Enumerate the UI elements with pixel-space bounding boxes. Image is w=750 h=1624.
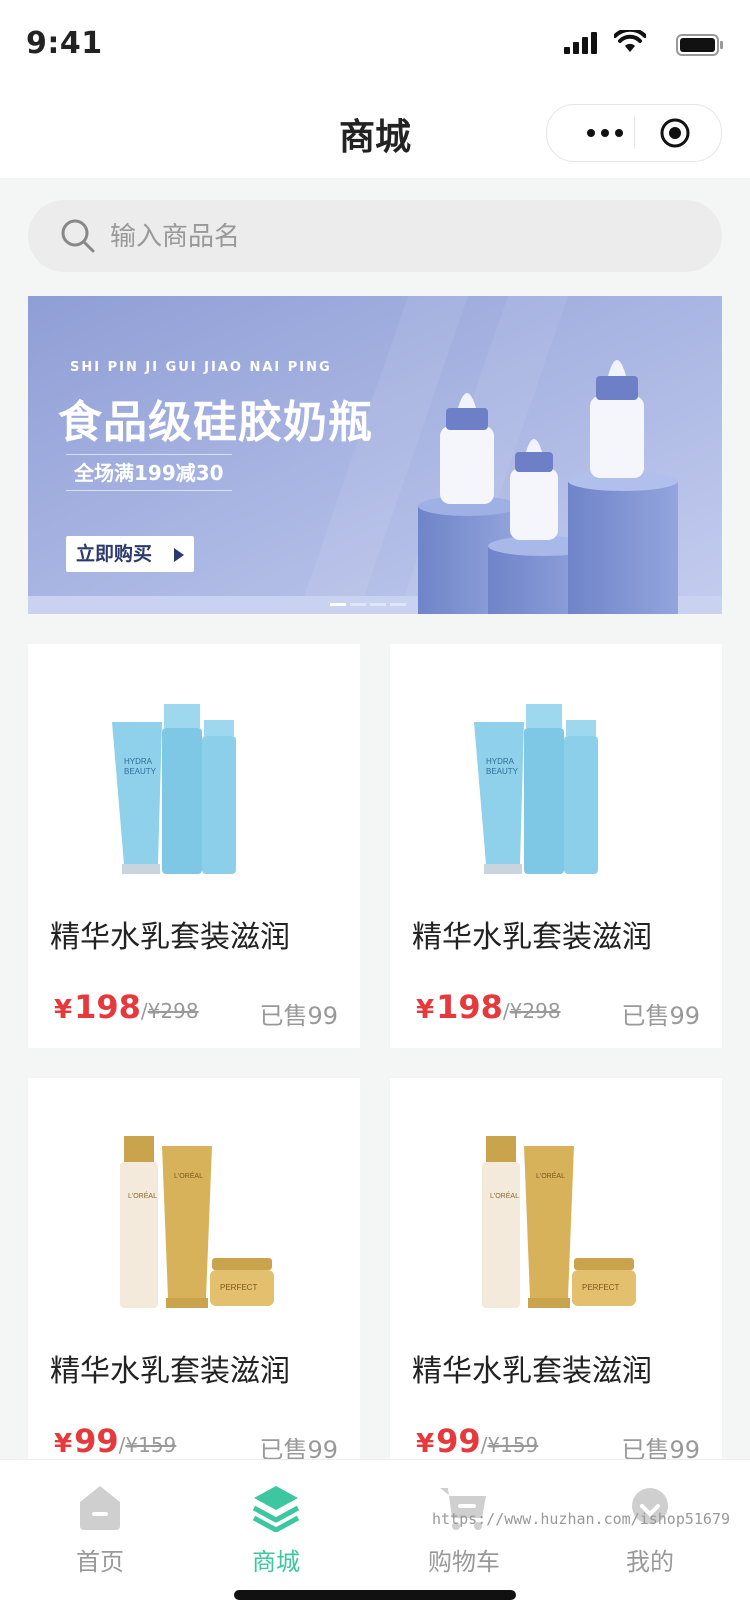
buy-now-button[interactable]: 立即购买 [66, 536, 194, 572]
tab-label: 商城 [252, 1548, 300, 1576]
tab-cart[interactable]: 购物车 [394, 1482, 534, 1577]
product-price: ¥99/¥159 [54, 1422, 177, 1460]
tab-label: 购物车 [428, 1548, 500, 1576]
promo-banner[interactable]: SHI PIN JI GUI JIAO NAI PING 食品级硅胶奶瓶 全场满… [28, 296, 722, 614]
product-name: 精华水乳套装滋润 [50, 920, 290, 955]
tab-label: 我的 [626, 1548, 674, 1576]
svg-text:L'ORÉAL: L'ORÉAL [490, 1191, 519, 1200]
search-icon [61, 219, 95, 253]
product-card[interactable]: HYDRA BEAUTY 精华水乳套装滋润 ¥198/¥298 已售99 [28, 644, 360, 1048]
tab-bar: 首页 商城 购物车 我的 https://www.huzhan.com/isho… [0, 1460, 750, 1624]
carousel-indicator [330, 603, 406, 606]
carousel-dot[interactable] [350, 603, 366, 606]
svg-text:PERFECT: PERFECT [582, 1283, 619, 1292]
svg-text:BEAUTY: BEAUTY [124, 767, 157, 776]
original-price: ¥298 [509, 999, 561, 1023]
svg-text:L'ORÉAL: L'ORÉAL [174, 1171, 203, 1180]
product-image-gold-skincare-set: L'ORÉAL L'ORÉAL PERFECT [482, 1136, 636, 1308]
status-time: 9:41 [26, 26, 103, 61]
product-name: 精华水乳套装滋润 [412, 1354, 652, 1389]
product-card[interactable]: HYDRA BEAUTY 精华水乳套装滋润 ¥198/¥298 已售99 [390, 644, 722, 1048]
product-card[interactable]: L'ORÉAL L'ORÉAL PERFECT 精华水乳套装滋润 ¥99/¥15… [390, 1078, 722, 1482]
original-price: ¥298 [147, 999, 199, 1023]
product-image-blue-skincare-set: HYDRA BEAUTY [112, 704, 236, 874]
svg-text:BEAUTY: BEAUTY [486, 767, 519, 776]
search-bar[interactable] [28, 200, 722, 272]
original-price: ¥159 [487, 1433, 539, 1457]
mini-program-capsule [546, 104, 722, 162]
close-target-icon[interactable] [659, 117, 691, 149]
watermark: https://www.huzhan.com/ishop51679 [432, 1510, 731, 1528]
carousel-dot[interactable] [370, 603, 386, 606]
capsule-divider [634, 117, 635, 149]
product-price: ¥99/¥159 [416, 1422, 539, 1460]
product-image-gold-skincare-set: L'ORÉAL L'ORÉAL PERFECT [120, 1136, 274, 1308]
svg-text:L'ORÉAL: L'ORÉAL [536, 1171, 565, 1180]
tab-home[interactable]: 首页 [30, 1482, 170, 1577]
buy-now-label: 立即购买 [76, 543, 153, 565]
signal-icon [564, 32, 597, 54]
status-bar: 9:41 [0, 0, 750, 88]
banner-promo: 全场满199减30 [66, 454, 232, 491]
svg-text:HYDRA: HYDRA [486, 757, 515, 766]
banner-subtitle: SHI PIN JI GUI JIAO NAI PING [70, 360, 332, 375]
sold-count: 已售99 [621, 1002, 700, 1030]
product-price: ¥198/¥298 [54, 988, 199, 1026]
home-icon [80, 1486, 120, 1530]
arrow-right-icon [174, 548, 184, 562]
product-image-blue-skincare-set: HYDRA BEAUTY [474, 704, 598, 874]
tab-profile[interactable]: 我的 [580, 1482, 720, 1577]
home-indicator[interactable] [234, 1590, 516, 1600]
carousel-dot[interactable] [390, 603, 406, 606]
layers-icon [252, 1486, 300, 1532]
product-name: 精华水乳套装滋润 [50, 1354, 290, 1389]
product-card[interactable]: L'ORÉAL L'ORÉAL PERFECT 精华水乳套装滋润 ¥99/¥15… [28, 1078, 360, 1482]
wifi-icon [614, 30, 646, 52]
svg-text:HYDRA: HYDRA [124, 757, 153, 766]
banner-title: 食品级硅胶奶瓶 [58, 397, 373, 448]
more-icon[interactable] [575, 119, 635, 147]
svg-text:PERFECT: PERFECT [220, 1283, 257, 1292]
original-price: ¥159 [125, 1433, 177, 1457]
svg-text:L'ORÉAL: L'ORÉAL [128, 1191, 157, 1200]
carousel-dot[interactable] [330, 603, 346, 606]
product-price: ¥198/¥298 [416, 988, 561, 1026]
nav-bar: 商城 [0, 88, 750, 178]
sold-count: 已售99 [259, 1002, 338, 1030]
search-input[interactable] [108, 214, 692, 260]
tab-mall[interactable]: 商城 [206, 1482, 346, 1577]
product-name: 精华水乳套装滋润 [412, 920, 652, 955]
battery-icon [676, 34, 723, 56]
tab-label: 首页 [76, 1548, 124, 1576]
